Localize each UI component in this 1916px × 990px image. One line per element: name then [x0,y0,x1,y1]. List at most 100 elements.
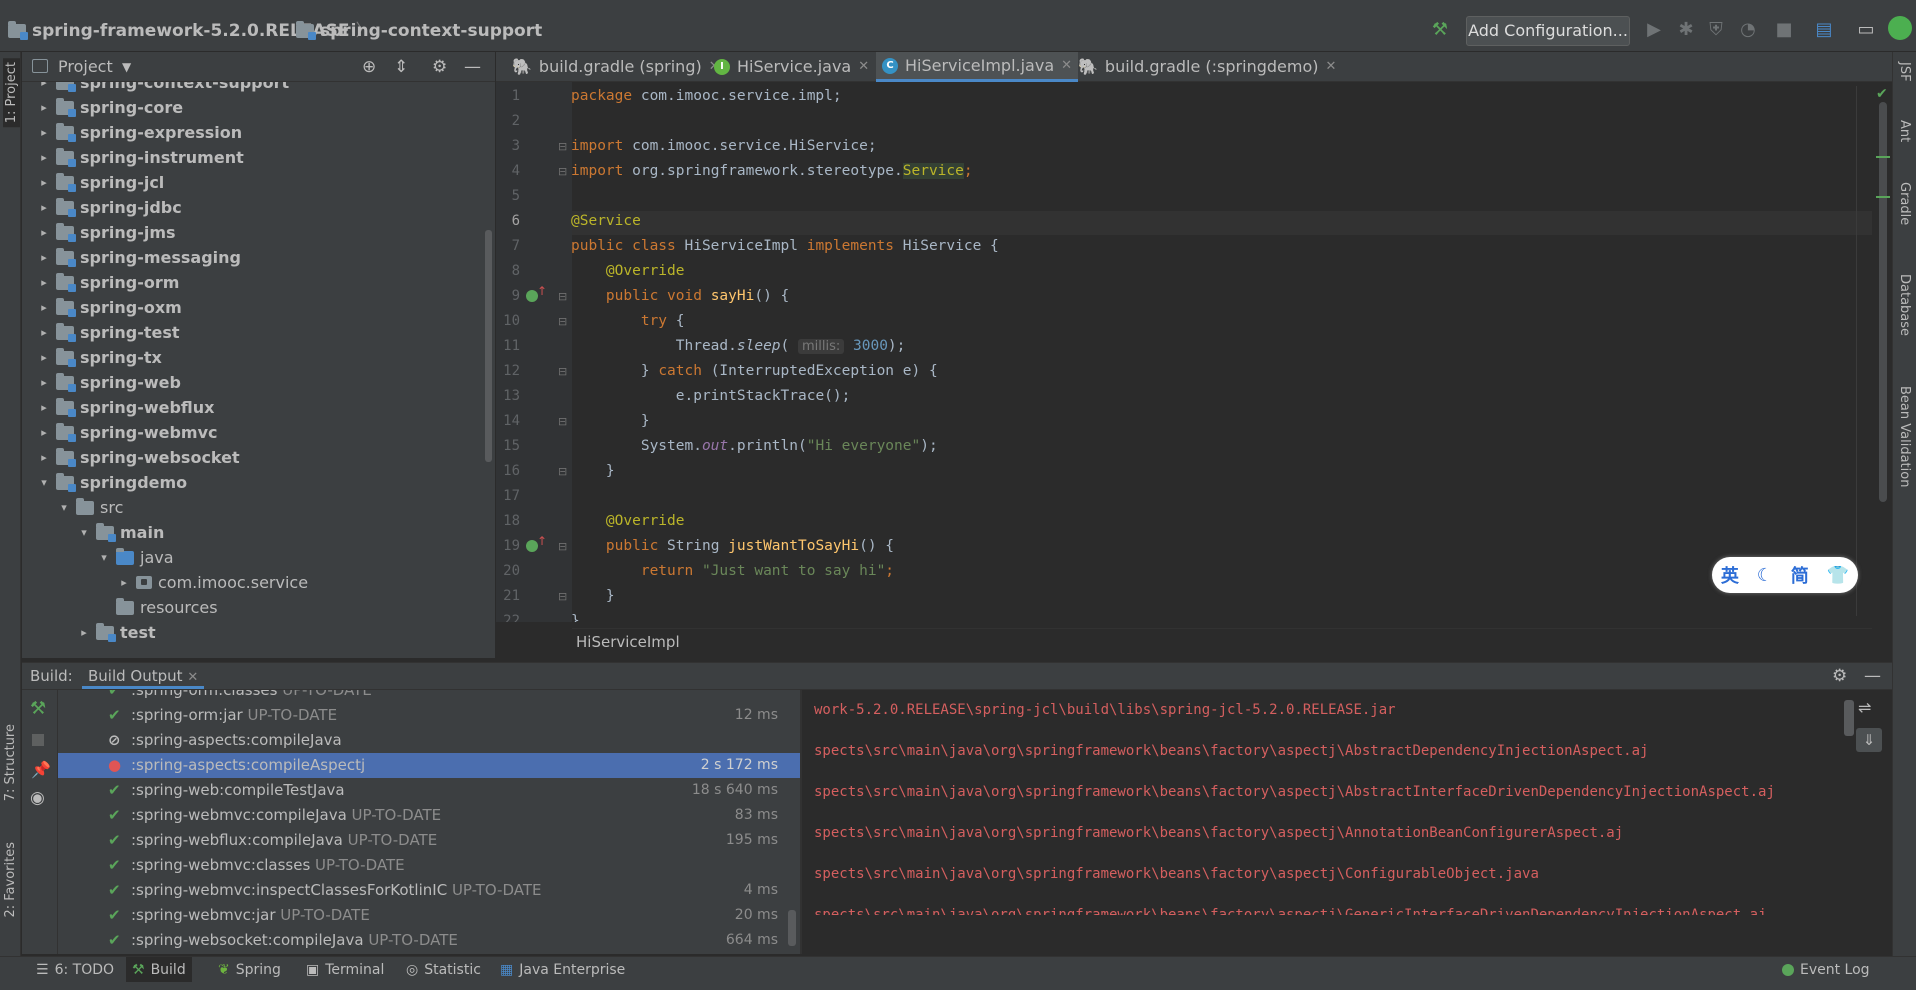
tree-item[interactable]: ▸ spring-instrument [38,145,244,170]
chevron-right-icon[interactable]: ▸ [38,270,50,295]
presentation-icon[interactable]: ▭ [1856,20,1876,40]
fold-icon[interactable]: ⊟ [558,165,567,178]
fold-icon[interactable]: ⊟ [558,590,567,603]
build-task-row[interactable]: ✔:spring-web:compileTestJava 18 s 640 ms [58,778,800,803]
tree-item[interactable]: ▸ spring-web [38,370,181,395]
build-task-row[interactable]: ✔:spring-webmvc:classes UP-TO-DATE [58,853,800,878]
fold-icon[interactable]: ⊟ [558,315,567,328]
database-tool-button[interactable]: Database [1897,274,1912,336]
chevron-down-icon[interactable]: ▾ [58,495,70,520]
soft-wrap-icon[interactable]: ⇌ [1858,698,1871,717]
tree-item[interactable]: ▸ spring-webmvc [38,420,218,445]
tab-terminal[interactable]: ▣ Terminal [300,957,390,983]
tab-build-gradle-springdemo[interactable]: 🐘 build.gradle (:springdemo) ✕ [1072,52,1342,82]
chevron-right-icon[interactable]: ▸ [118,570,130,595]
tree-item[interactable]: resources [98,595,218,620]
ime-mode-toggle[interactable]: 简 [1791,562,1809,588]
editor-scrollbar-thumb[interactable] [1879,102,1887,502]
tree-item[interactable]: ▾ java [98,545,174,570]
tree-item[interactable]: ▸ com.imooc.service [118,570,308,595]
build-hammer-icon[interactable]: ⚒ [1430,20,1450,40]
ime-language-toggle[interactable]: 英 [1721,562,1739,588]
tab-build[interactable]: ⚒ Build [126,957,192,983]
tab-todo[interactable]: ☰ 6: TODO [30,957,120,983]
project-view-selector[interactable]: Project [58,52,113,82]
chevron-down-icon[interactable]: ▾ [78,520,90,545]
tab-hiserviceimpl-java[interactable]: C HiServiceImpl.java ✕ [876,51,1079,82]
close-icon[interactable]: ✕ [1061,51,1072,81]
breadcrumb-module[interactable]: spring-context-support [296,10,542,52]
update-badge-icon[interactable] [1888,16,1912,40]
fold-icon[interactable]: ⊟ [558,290,567,303]
fold-icon[interactable]: ⊟ [558,415,567,428]
editor-breadcrumb-class[interactable]: HiServiceImpl [576,629,680,655]
chevron-right-icon[interactable]: ▸ [38,145,50,170]
tree-item[interactable]: ▸ spring-jms [38,220,176,245]
fold-icon[interactable]: ⊟ [558,140,567,153]
locate-file-icon[interactable]: ⊕ [362,52,376,82]
tree-item[interactable]: ▸ spring-core [38,95,183,120]
chevron-down-icon[interactable]: ▼ [122,52,131,82]
chevron-right-icon[interactable]: ▸ [38,245,50,270]
build-task-row[interactable]: ✔:spring-webmvc:inspectClassesForKotlinI… [58,878,800,903]
tree-item[interactable]: ▾ springdemo [38,470,187,495]
chevron-right-icon[interactable]: ▸ [38,445,50,470]
scroll-to-end-icon[interactable]: ⇓ [1856,728,1882,752]
editor-scrollbar-track[interactable] [1876,82,1892,622]
tab-hiservice-java[interactable]: I HiService.java ✕ [708,52,875,82]
chevron-down-icon[interactable]: ▾ [98,545,110,570]
chevron-right-icon[interactable]: ▸ [38,220,50,245]
tree-item[interactable]: ▸ spring-webflux [38,395,215,420]
build-task-row[interactable]: ✔:spring-webmvc:jar UP-TO-DATE 20 ms [58,903,800,928]
tree-item[interactable]: ▸ spring-expression [38,120,242,145]
chevron-down-icon[interactable]: ▾ [38,470,50,495]
tree-item[interactable]: ▸ spring-test [38,320,180,345]
bean-validation-tool-button[interactable]: Bean Validation [1897,386,1912,487]
tree-item[interactable]: ▾ main [78,520,164,545]
favorites-tool-button[interactable]: 2: Favorites [3,842,18,918]
tab-statistic[interactable]: ◎ Statistic [400,957,487,983]
structure-tool-button[interactable]: 7: Structure [3,724,18,801]
profile-icon[interactable]: ◔ [1738,20,1758,40]
fold-icon[interactable]: ⊟ [558,365,567,378]
project-tool-button[interactable]: 1: Project [3,58,20,128]
stop-icon[interactable]: ■ [1774,20,1794,40]
build-log-scrollbar[interactable] [1844,700,1854,736]
coverage-icon[interactable]: ⛨ [1706,20,1726,40]
run-icon[interactable]: ▶ [1644,20,1664,40]
tab-build-gradle-spring[interactable]: 🐘 build.gradle (spring) ✕ [506,52,726,82]
build-task-row[interactable]: ✔:spring-orm:jar UP-TO-DATE 12 ms [58,703,800,728]
chevron-right-icon[interactable]: ▸ [78,620,90,645]
close-icon[interactable]: ✕ [187,670,198,685]
debug-icon[interactable]: ✱ [1676,20,1696,40]
hide-panel-icon[interactable]: — [464,52,481,82]
add-configuration-button[interactable]: Add Configuration... [1466,16,1630,46]
chevron-right-icon[interactable]: ▸ [38,195,50,220]
fold-icon[interactable]: ⊟ [558,465,567,478]
skin-shirt-icon[interactable]: 👕 [1827,565,1849,586]
chevron-right-icon[interactable]: ▸ [38,170,50,195]
eye-icon[interactable]: ◉ [30,788,45,808]
moon-icon[interactable]: ☾ [1757,565,1773,586]
gradle-tool-button[interactable]: Gradle [1897,182,1912,225]
tree-item[interactable]: ▸ test [78,620,156,645]
chevron-right-icon[interactable]: ▸ [38,345,50,370]
build-task-row[interactable]: ●:spring-aspects:compileAspectj 2 s 172 m… [58,753,800,778]
chevron-right-icon[interactable]: ▸ [38,370,50,395]
chevron-right-icon[interactable]: ▸ [38,95,50,120]
stop-icon[interactable] [32,734,44,746]
jsf-tool-button[interactable]: JSF [1897,62,1912,82]
close-icon[interactable]: ✕ [1325,52,1336,82]
build-task-row[interactable]: ✔:spring-webflux:compileJava UP-TO-DATE 1… [58,828,800,853]
build-task-row[interactable]: ⊘:spring-aspects:compileJava [58,728,800,753]
tree-item[interactable]: ▸ spring-oxm [38,295,182,320]
chevron-right-icon[interactable]: ▸ [38,320,50,345]
tab-java-enterprise[interactable]: ▦ Java Enterprise [494,957,631,983]
gear-icon[interactable]: ⚙ [1832,663,1847,689]
chevron-right-icon[interactable]: ▸ [38,295,50,320]
chevron-right-icon[interactable]: ▸ [38,420,50,445]
tree-item[interactable]: ▸ spring-tx [38,345,162,370]
tree-item[interactable]: ▾ src [58,495,123,520]
chevron-right-icon[interactable]: ▸ [38,395,50,420]
pin-icon[interactable]: 📌 [31,760,51,779]
